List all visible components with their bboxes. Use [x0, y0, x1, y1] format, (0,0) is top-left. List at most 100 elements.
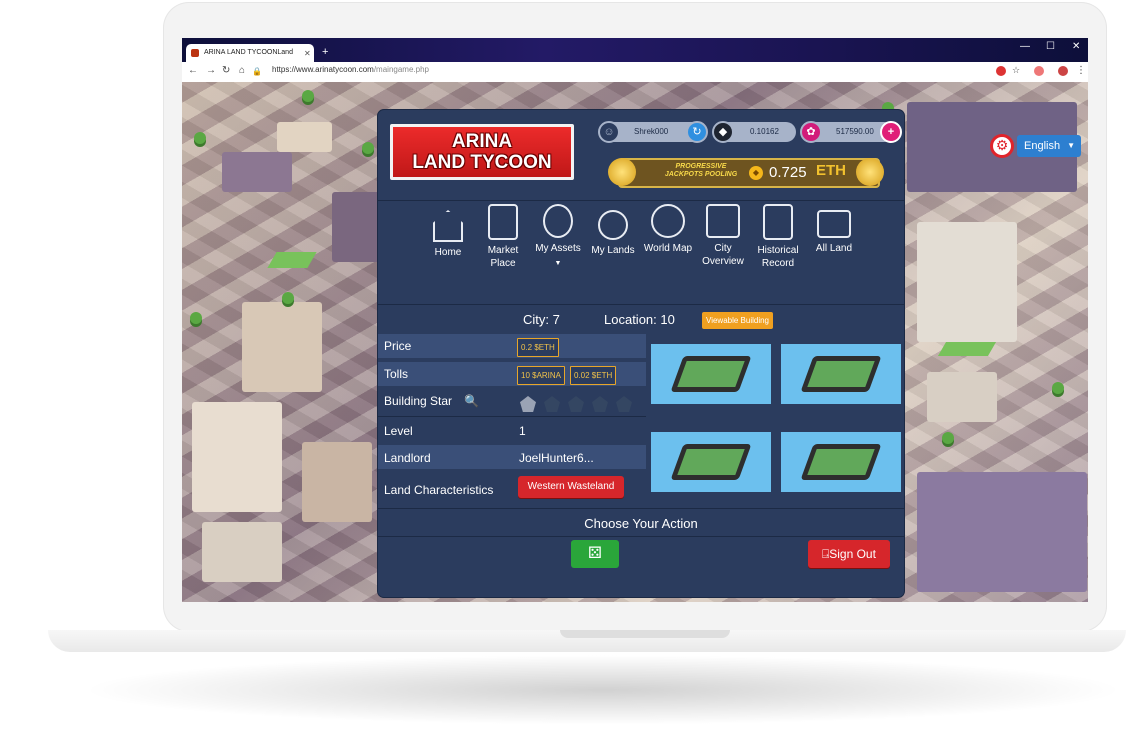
divider [378, 304, 904, 305]
row-band [378, 334, 646, 358]
nav-historical-record[interactable]: Historical Record [750, 204, 806, 270]
roll-dice-button[interactable]: ⚄ [571, 540, 619, 568]
nav-label: My Assets [535, 243, 581, 254]
magnifier-icon[interactable]: 🔍 [464, 394, 479, 408]
profile-avatar[interactable] [1058, 66, 1068, 76]
forward-icon[interactable]: → [206, 65, 216, 76]
price-value: 0.2 $ETH [517, 338, 559, 357]
building [222, 152, 292, 192]
menu-icon[interactable]: ⋮ [1076, 65, 1086, 76]
location-value: Location: 10 [604, 312, 675, 327]
nav-label: My Lands [591, 245, 635, 256]
maximize-icon[interactable]: ☐ [1046, 41, 1055, 52]
coins-icon [856, 158, 884, 186]
tab-close-icon[interactable]: ✕ [304, 45, 311, 62]
landlord-label: Landlord [384, 451, 431, 465]
game-logo: ARINA LAND TYCOON [390, 124, 574, 180]
money-bag-icon [543, 204, 573, 238]
star-icon [592, 396, 608, 412]
sign-out-label: Sign Out [829, 547, 876, 561]
reload-icon[interactable]: ↻ [222, 65, 230, 76]
building [917, 222, 1017, 342]
language-select[interactable]: English ▼ [1017, 135, 1081, 157]
tree [302, 90, 314, 102]
home-icon[interactable]: ⌂ [239, 65, 245, 76]
jackpot-label: PROGRESSIVE JACKPOTS POOLING [664, 163, 738, 178]
extension-icon[interactable] [996, 66, 1006, 76]
star-icon [520, 396, 536, 412]
tree [942, 432, 954, 444]
choose-action-title: Choose Your Action [584, 516, 698, 531]
building [277, 122, 332, 152]
house-icon [433, 210, 463, 242]
bookmark-star-icon[interactable]: ☆ [1012, 65, 1020, 76]
land-plot [670, 444, 752, 480]
laptop-screen: ARINA LAND TYCOONLand ✕ + — ☐ ✕ ← → ↻ ⌂ … [182, 38, 1088, 602]
tree [190, 312, 202, 324]
language-value: English [1024, 140, 1061, 152]
nav-my-lands[interactable]: My Lands [585, 210, 641, 257]
level-value: 1 [519, 424, 526, 438]
browser-tab[interactable]: ARINA LAND TYCOONLand ✕ [186, 44, 314, 62]
document-icon [763, 204, 793, 240]
building-star-label: Building Star [384, 394, 453, 408]
refresh-icon[interactable]: ↻ [686, 121, 708, 143]
settings-gear-icon[interactable]: ⚙ [990, 134, 1014, 158]
minimize-icon[interactable]: — [1020, 41, 1030, 52]
tolls-eth-value: 0.02 $ETH [570, 366, 617, 385]
sign-out-button[interactable]: ⍈Sign Out [808, 540, 890, 568]
nav-home[interactable]: Home [420, 210, 476, 259]
nav-label: World Map [643, 243, 693, 254]
city-value: City: 7 [523, 312, 560, 327]
land-characteristics-badge[interactable]: Western Wasteland [518, 476, 624, 498]
building [302, 442, 372, 522]
back-icon[interactable]: ← [188, 65, 198, 76]
arina-balance-pill: ✿ 517590.00 + [800, 121, 902, 143]
url-host: https://www.arinatycoon.com [272, 65, 374, 74]
building [242, 302, 322, 392]
land-tile[interactable] [781, 432, 901, 492]
park [937, 342, 997, 356]
favicon-icon [191, 49, 199, 57]
nav-city-overview[interactable]: City Overview [695, 204, 751, 268]
tree [362, 142, 374, 154]
nav-label: City Overview [702, 243, 744, 267]
divider [378, 508, 904, 509]
tab-title: ARINA LAND TYCOONLand [204, 49, 293, 56]
nav-all-land[interactable]: All Land [806, 210, 862, 255]
viewable-building-button[interactable]: Viewable Building [702, 312, 774, 329]
add-funds-icon[interactable]: + [880, 121, 902, 143]
url-field[interactable]: https://www.arinatycoon.com/maingame.php [272, 65, 429, 74]
laptop-notch [560, 630, 730, 638]
land-tile[interactable] [651, 344, 771, 404]
level-label: Level [384, 424, 413, 438]
extension-icon[interactable] [1034, 66, 1044, 76]
nav-world-map[interactable]: World Map [640, 204, 696, 255]
divider [378, 536, 904, 537]
location-row: City: 7 Location: 10 [378, 308, 904, 332]
chevron-down-icon: ▼ [1067, 141, 1075, 150]
building [917, 472, 1087, 592]
land-characteristics-label: Land Characteristics [384, 483, 494, 497]
market-stall-icon [488, 204, 518, 240]
nav-my-assets[interactable]: My Assets ▼ [530, 204, 586, 270]
nav-market-place[interactable]: Market Place [475, 204, 531, 270]
land-info-panel: ARINA LAND TYCOON ☺ Shrek000 ↻ ◆ 0.10162… [378, 110, 904, 597]
arina-token-icon: ✿ [800, 121, 822, 143]
land-plot [800, 356, 882, 392]
jackpot-value: 0.725 [769, 164, 807, 181]
land-tile[interactable] [781, 344, 901, 404]
game-world-map[interactable]: ⚙ English ▼ ARINA LAND TYCOON ☺ Shrek000… [182, 82, 1088, 602]
tree [1052, 382, 1064, 394]
land-tile[interactable] [651, 432, 771, 492]
building [192, 402, 282, 512]
tree [194, 132, 206, 144]
jackpot-banner: PROGRESSIVE JACKPOTS POOLING ◆ 0.725 ETH [608, 158, 884, 188]
close-window-icon[interactable]: ✕ [1072, 41, 1080, 52]
laptop-shadow [80, 655, 1126, 725]
new-tab-button[interactable]: + [322, 46, 328, 58]
globe-icon [651, 204, 685, 238]
star-icon [568, 396, 584, 412]
eth-balance-pill: ◆ 0.10162 [712, 121, 796, 143]
landlord-value: JoelHunter6... [519, 451, 594, 465]
